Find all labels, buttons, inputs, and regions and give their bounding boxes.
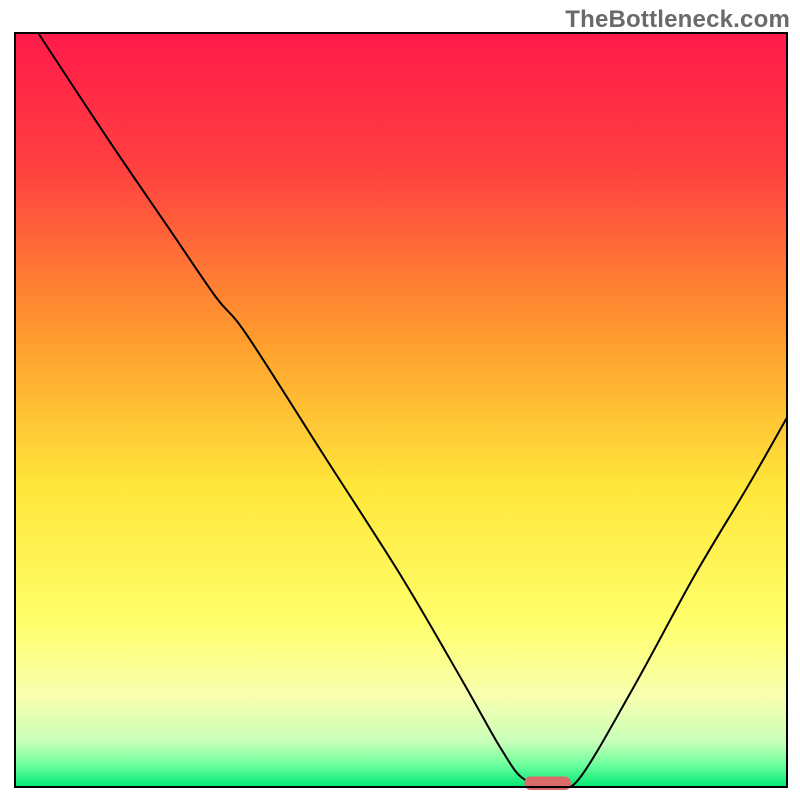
watermark-text: TheBottleneck.com: [565, 6, 790, 34]
chart-frame: TheBottleneck.com: [0, 0, 800, 800]
plot-background: [15, 33, 787, 787]
bottleneck-chart: [0, 0, 800, 800]
